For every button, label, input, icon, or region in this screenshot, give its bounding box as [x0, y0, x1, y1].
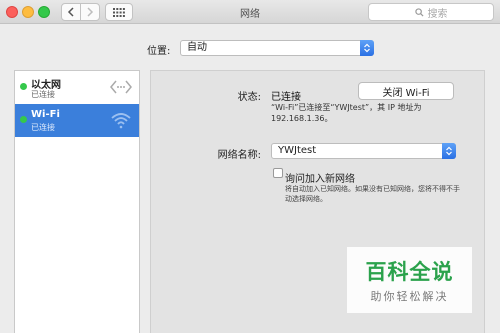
- forward-button[interactable]: [80, 3, 100, 21]
- network-name-value: YWJtest: [278, 145, 317, 156]
- title-bar: 网络 搜索: [0, 0, 500, 24]
- connected-status-dot: [20, 116, 27, 123]
- zoom-button[interactable]: [38, 6, 50, 18]
- service-status: 已连接: [31, 123, 55, 132]
- ethernet-icon: [110, 80, 132, 94]
- ask-join-checkbox[interactable]: [273, 168, 283, 178]
- status-ip: 192.168.1.36。: [271, 114, 333, 123]
- select-stepper-icon: [360, 40, 374, 56]
- minimize-button[interactable]: [22, 6, 34, 18]
- location-label: 位置:: [147, 46, 171, 57]
- network-name-select[interactable]: YWJtest: [271, 143, 456, 159]
- wifi-icon: [111, 113, 131, 129]
- status-value: 已连接: [271, 92, 301, 103]
- toggle-wifi-button[interactable]: 关闭 Wi-Fi: [358, 82, 454, 100]
- chevron-right-icon: [87, 7, 94, 17]
- window-title: 网络: [240, 9, 260, 20]
- service-name: Wi-Fi: [31, 109, 60, 120]
- status-label: 状态:: [237, 92, 261, 103]
- search-icon: [414, 7, 424, 17]
- watermark: 百科全说 助你轻松解决: [347, 247, 472, 313]
- location-value: 自动: [187, 42, 207, 53]
- grid-icon: [113, 7, 125, 17]
- search-placeholder: 搜索: [427, 8, 448, 20]
- service-item-wifi[interactable]: Wi-Fi 已连接: [15, 104, 139, 137]
- network-name-label: 网络名称:: [217, 150, 261, 161]
- close-button[interactable]: [6, 6, 18, 18]
- show-all-button[interactable]: [105, 3, 133, 21]
- watermark-subtitle: 助你轻松解决: [370, 290, 449, 303]
- search-input[interactable]: 搜索: [368, 3, 494, 21]
- ask-join-description: 将自动加入已知网络。如果没有已知网络，您将不得不手动选择网络。: [285, 185, 460, 203]
- service-status: 已连接: [31, 90, 55, 99]
- status-description: “Wi-Fi”已连接至“YWJtest”，其 IP 地址为: [271, 103, 422, 112]
- service-item-ethernet[interactable]: 以太网 已连接: [15, 71, 139, 104]
- chevron-left-icon: [67, 7, 74, 17]
- connected-status-dot: [20, 83, 27, 90]
- ask-join-label: 询问加入新网络: [285, 174, 355, 185]
- location-select[interactable]: 自动: [180, 40, 374, 56]
- select-stepper-icon: [442, 143, 456, 159]
- back-button[interactable]: [61, 3, 81, 21]
- service-list: 以太网 已连接 Wi-Fi 已连接: [14, 70, 140, 333]
- watermark-title: 百科全说: [365, 260, 454, 284]
